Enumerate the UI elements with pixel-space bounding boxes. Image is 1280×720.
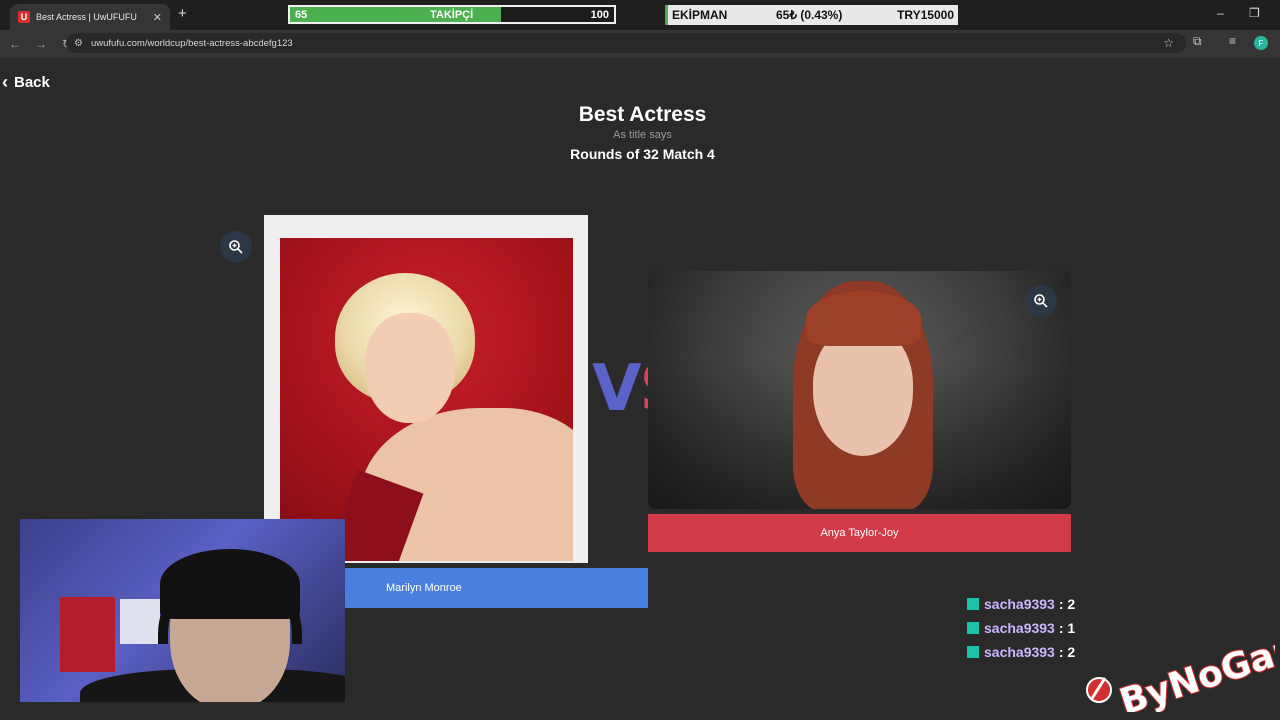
- chat-badge-icon: [967, 622, 979, 634]
- chat-message: sacha9393 : 2: [967, 644, 1075, 660]
- back-label: Back: [14, 74, 50, 91]
- browser-tabbar: U Best Actress | UwUFUFU ✕ + – ❐: [0, 0, 1280, 30]
- svg-text:ByNoGam: ByNoGam: [1115, 624, 1275, 712]
- tab-title: Best Actress | UwUFUFU: [36, 12, 137, 22]
- page-subtitle: As title says: [613, 129, 672, 141]
- chat-message: sacha9393 : 2: [967, 596, 1075, 612]
- chevron-left-icon: ‹: [2, 72, 8, 92]
- browser-tab[interactable]: U Best Actress | UwUFUFU ✕: [10, 4, 170, 30]
- equipment-goal-target: TRY15000: [897, 8, 954, 22]
- zoom-left-button[interactable]: [220, 231, 252, 263]
- chat-badge-icon: [967, 598, 979, 610]
- site-settings-icon[interactable]: ⚙: [74, 38, 83, 49]
- equipment-goal-label: EKİPMAN: [672, 8, 728, 22]
- webcam-overlay: [20, 519, 345, 702]
- profile-avatar[interactable]: F: [1254, 36, 1268, 50]
- follower-goal-current: 65: [295, 9, 308, 21]
- bookmark-star-icon[interactable]: ☆: [1163, 36, 1174, 50]
- follower-goal-target: 100: [590, 9, 609, 21]
- right-contestant-photo[interactable]: [648, 271, 1071, 509]
- zoom-right-button[interactable]: [1025, 285, 1057, 317]
- follower-goal-label: TAKİPÇİ: [430, 9, 474, 21]
- extensions-icon[interactable]: ⧉: [1193, 34, 1202, 49]
- follower-goal-bar: 65 TAKİPÇİ 100: [288, 5, 616, 24]
- zoom-in-icon: [1034, 294, 1048, 308]
- equipment-goal-value: 65₺ (0.43%): [776, 8, 843, 22]
- minimize-icon[interactable]: –: [1217, 6, 1224, 20]
- media-icon[interactable]: ≡: [1229, 34, 1236, 48]
- favicon-icon: U: [18, 11, 30, 23]
- left-contestant-photo[interactable]: [280, 238, 573, 561]
- left-contestant-card[interactable]: [264, 215, 588, 563]
- back-arrow-icon[interactable]: ←: [4, 37, 26, 51]
- restore-icon[interactable]: ❐: [1249, 6, 1260, 20]
- left-contestant-name-button[interactable]: Marilyn Monroe: [345, 568, 648, 608]
- close-icon[interactable]: ✕: [153, 11, 162, 24]
- equipment-goal-bar: EKİPMAN 65₺ (0.43%) TRY15000: [665, 5, 958, 25]
- address-bar[interactable]: ⚙ uwufufu.com/worldcup/best-actress-abcd…: [66, 33, 1186, 53]
- zoom-in-icon: [229, 240, 243, 254]
- url-text: uwufufu.com/worldcup/best-actress-abcdef…: [90, 37, 293, 49]
- new-tab-button[interactable]: +: [178, 5, 187, 22]
- channel-watermark-logo: ByNoGam: [1086, 623, 1275, 712]
- back-button[interactable]: ‹ Back: [0, 72, 50, 93]
- page-title: Best Actress: [578, 103, 707, 126]
- chat-badge-icon: [967, 646, 979, 658]
- forward-arrow-icon[interactable]: →: [30, 37, 52, 51]
- right-contestant-name-button[interactable]: Anya Taylor-Joy: [648, 514, 1071, 552]
- chat-message: sacha9393 : 1: [967, 620, 1075, 636]
- round-info: Rounds of 32 Match 4: [570, 146, 715, 162]
